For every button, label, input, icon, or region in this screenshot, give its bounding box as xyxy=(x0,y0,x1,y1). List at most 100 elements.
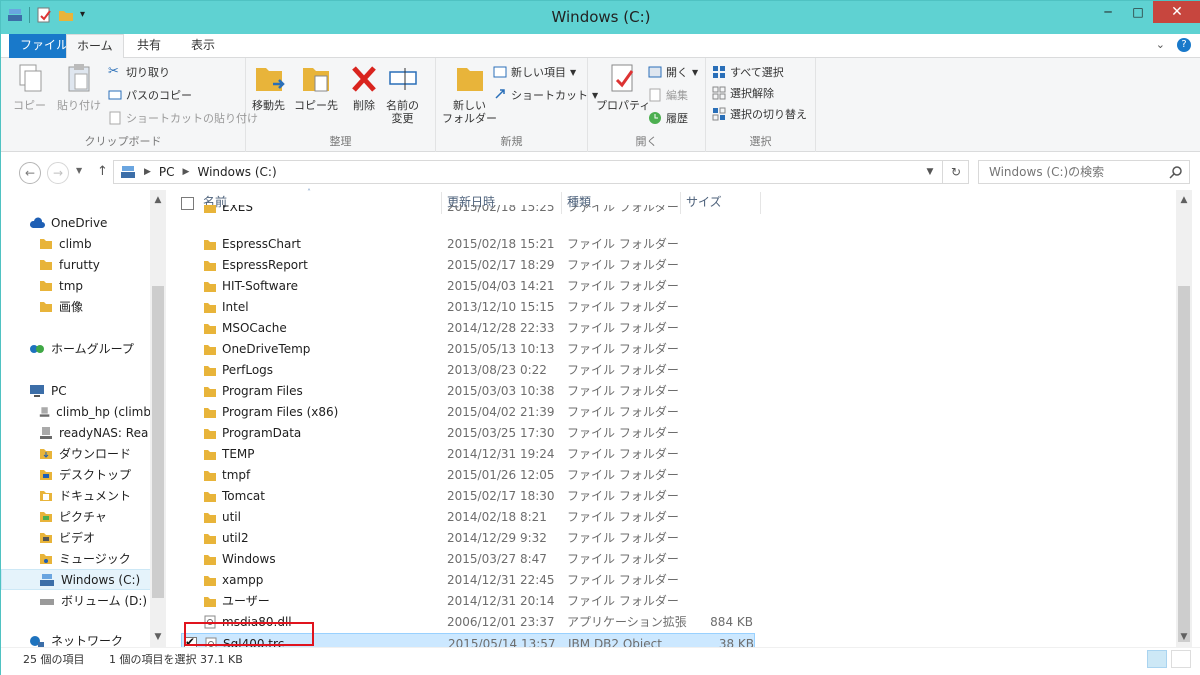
maximize-button[interactable]: □ xyxy=(1123,1,1153,23)
history-button[interactable]: 履歴 xyxy=(648,108,688,128)
deselect-button[interactable]: 選択解除 xyxy=(712,83,774,103)
nav-onedrive-furutty[interactable]: furutty xyxy=(1,254,151,275)
properties-button[interactable]: プロパティ xyxy=(596,62,650,112)
open-button[interactable]: 開く ▼ xyxy=(648,62,698,82)
customize-toolbar-icon[interactable]: ▾ xyxy=(80,7,96,23)
search-input[interactable] xyxy=(978,160,1190,184)
file-size xyxy=(681,549,753,570)
file-size xyxy=(681,234,753,255)
drive-icon[interactable] xyxy=(7,7,23,23)
tab-share[interactable]: 共有 xyxy=(127,34,171,58)
table-row[interactable]: util2 2014/12/29 9:32 ファイル フォルダー xyxy=(181,528,755,549)
nav-pc[interactable]: PC xyxy=(1,380,151,401)
table-row[interactable]: Tomcat 2015/02/17 18:30 ファイル フォルダー xyxy=(181,486,755,507)
file-type: ファイル フォルダー xyxy=(567,342,679,356)
rename-button[interactable]: 名前の 変更 xyxy=(386,62,419,125)
nav-pc-climb-hp[interactable]: climb_hp (climb xyxy=(1,401,151,422)
table-row[interactable]: ProgramData 2015/03/25 17:30 ファイル フォルダー xyxy=(181,423,755,444)
edit-icon xyxy=(649,88,661,102)
edit-button[interactable]: 編集 xyxy=(648,85,688,105)
table-row[interactable]: Intel 2013/12/10 15:15 ファイル フォルダー xyxy=(181,297,755,318)
nav-homegroup[interactable]: ホームグループ xyxy=(1,338,151,359)
table-row[interactable]: EspressChart 2015/02/18 15:21 ファイル フォルダー xyxy=(181,234,755,255)
table-row[interactable]: ユーザー 2014/12/31 20:14 ファイル フォルダー xyxy=(181,591,755,612)
column-separator[interactable] xyxy=(760,192,761,214)
nav-pc-readynas[interactable]: readyNAS: Rea xyxy=(1,422,151,443)
table-row[interactable]: Program Files (x86) 2015/04/02 21:39 ファイル … xyxy=(181,402,755,423)
new-folder-icon[interactable] xyxy=(58,7,74,23)
up-arrow-icon[interactable]: ↑ xyxy=(97,164,108,179)
nav-pc-downloads[interactable]: ダウンロード xyxy=(1,443,151,464)
table-row[interactable]: tmpf 2015/01/26 12:05 ファイル フォルダー xyxy=(181,465,755,486)
nav-pc-videos[interactable]: ビデオ xyxy=(1,527,151,548)
back-button[interactable]: ← xyxy=(19,162,41,184)
music-folder-icon xyxy=(40,554,52,564)
close-button[interactable]: ✕ xyxy=(1153,1,1200,23)
breadcrumb-pc[interactable]: PC xyxy=(159,165,175,179)
select-group: すべて選択 選択解除 選択の切り替え 選択 xyxy=(706,58,816,152)
delete-button[interactable]: 削除 xyxy=(348,62,380,112)
copy-to-button[interactable]: コピー先 xyxy=(294,62,338,112)
select-all-button[interactable]: すべて選択 xyxy=(712,62,784,82)
file-date: 2015/04/02 21:39 xyxy=(447,405,555,419)
file-type: ファイル フォルダー xyxy=(567,489,679,503)
scroll-down-icon[interactable]: ▼ xyxy=(1176,629,1192,645)
nav-onedrive[interactable]: OneDrive xyxy=(1,212,151,233)
nav-scroll-thumb[interactable] xyxy=(152,286,164,598)
table-row[interactable]: HIT-Software 2015/04/03 14:21 ファイル フォルダー xyxy=(181,276,755,297)
table-row[interactable]: Program Files 2015/03/03 10:38 ファイル フォルダー xyxy=(181,381,755,402)
paste-button[interactable]: 貼り付け xyxy=(57,62,101,112)
search-icon[interactable] xyxy=(1169,165,1183,179)
shortcut-button[interactable]: ショートカット ▼ xyxy=(493,85,598,105)
details-view-icon[interactable] xyxy=(1147,650,1167,668)
table-row[interactable]: EspressReport 2015/02/17 18:29 ファイル フォルダー xyxy=(181,255,755,276)
paste-shortcut-button[interactable]: ショートカットの貼り付け xyxy=(108,108,258,128)
table-row[interactable]: Windows 2015/03/27 8:47 ファイル フォルダー xyxy=(181,549,755,570)
minimize-button[interactable]: ─ xyxy=(1093,1,1123,23)
new-item-button[interactable]: 新しい項目 ▼ xyxy=(493,62,576,82)
nav-pc-pictures[interactable]: ピクチャ xyxy=(1,506,151,527)
help-icon[interactable]: ? xyxy=(1177,38,1191,52)
table-row[interactable]: OneDriveTemp 2015/05/13 10:13 ファイル フォルダー xyxy=(181,339,755,360)
scroll-up-icon[interactable]: ▲ xyxy=(150,192,166,208)
table-row[interactable]: PerfLogs 2013/08/23 0:22 ファイル フォルダー xyxy=(181,360,755,381)
table-row[interactable]: MSOCache 2014/12/28 22:33 ファイル フォルダー xyxy=(181,318,755,339)
nav-pc-documents[interactable]: ドキュメント xyxy=(1,485,151,506)
breadcrumb-current[interactable]: Windows (C:) xyxy=(197,165,276,179)
new-folder-button[interactable]: 新しい フォルダー xyxy=(442,62,497,125)
address-bar[interactable]: ▶ PC ▶ Windows (C:) xyxy=(113,160,969,184)
dropdown-arrow-icon: ▼ xyxy=(570,67,577,77)
drive-icon xyxy=(40,573,54,586)
nav-pc-volume-d[interactable]: ボリューム (D:) xyxy=(1,590,151,611)
invert-selection-button[interactable]: 選択の切り替え xyxy=(712,104,807,124)
cut-button[interactable]: ✂ 切り取り xyxy=(108,62,170,82)
table-row[interactable]: EXES 2015/02/18 15:25 ファイル フォルダー xyxy=(181,205,755,218)
nav-pc-windows-c[interactable]: Windows (C:) xyxy=(1,569,151,590)
tab-home[interactable]: ホーム xyxy=(66,34,124,59)
scroll-up-icon[interactable]: ▲ xyxy=(1176,192,1192,208)
breadcrumb-chevron-icon: ▶ xyxy=(182,167,190,177)
large-icons-view-icon[interactable] xyxy=(1171,650,1191,668)
copy-button[interactable]: コピー xyxy=(13,62,46,112)
copy-path-button[interactable]: パスのコピー xyxy=(108,85,192,105)
nav-pc-desktop[interactable]: デスクトップ xyxy=(1,464,151,485)
tab-view[interactable]: 表示 xyxy=(181,34,225,58)
table-row[interactable]: xampp 2014/12/31 22:45 ファイル フォルダー xyxy=(181,570,755,591)
nav-onedrive-images[interactable]: 画像 xyxy=(1,296,151,317)
file-size xyxy=(681,255,753,276)
properties-icon[interactable] xyxy=(36,7,52,23)
copy-to-icon xyxy=(303,68,329,92)
table-row[interactable]: TEMP 2014/12/31 19:24 ファイル フォルダー xyxy=(181,444,755,465)
nav-onedrive-tmp[interactable]: tmp xyxy=(1,275,151,296)
table-row[interactable]: util 2014/02/18 8:21 ファイル フォルダー xyxy=(181,507,755,528)
nav-onedrive-climb[interactable]: climb xyxy=(1,233,151,254)
forward-button[interactable]: → xyxy=(47,162,69,184)
scroll-down-icon[interactable]: ▼ xyxy=(150,629,166,645)
refresh-icon[interactable]: ↻ xyxy=(942,161,969,183)
nav-pc-music[interactable]: ミュージック xyxy=(1,548,151,569)
recent-locations-icon[interactable]: ▼ xyxy=(76,166,82,175)
address-dropdown-icon[interactable]: ▼ xyxy=(919,161,941,183)
move-to-button[interactable]: 移動先 xyxy=(252,62,285,112)
ribbon-collapse-icon[interactable]: ⌄ xyxy=(1156,38,1165,52)
file-list-scroll-thumb[interactable] xyxy=(1178,286,1190,642)
